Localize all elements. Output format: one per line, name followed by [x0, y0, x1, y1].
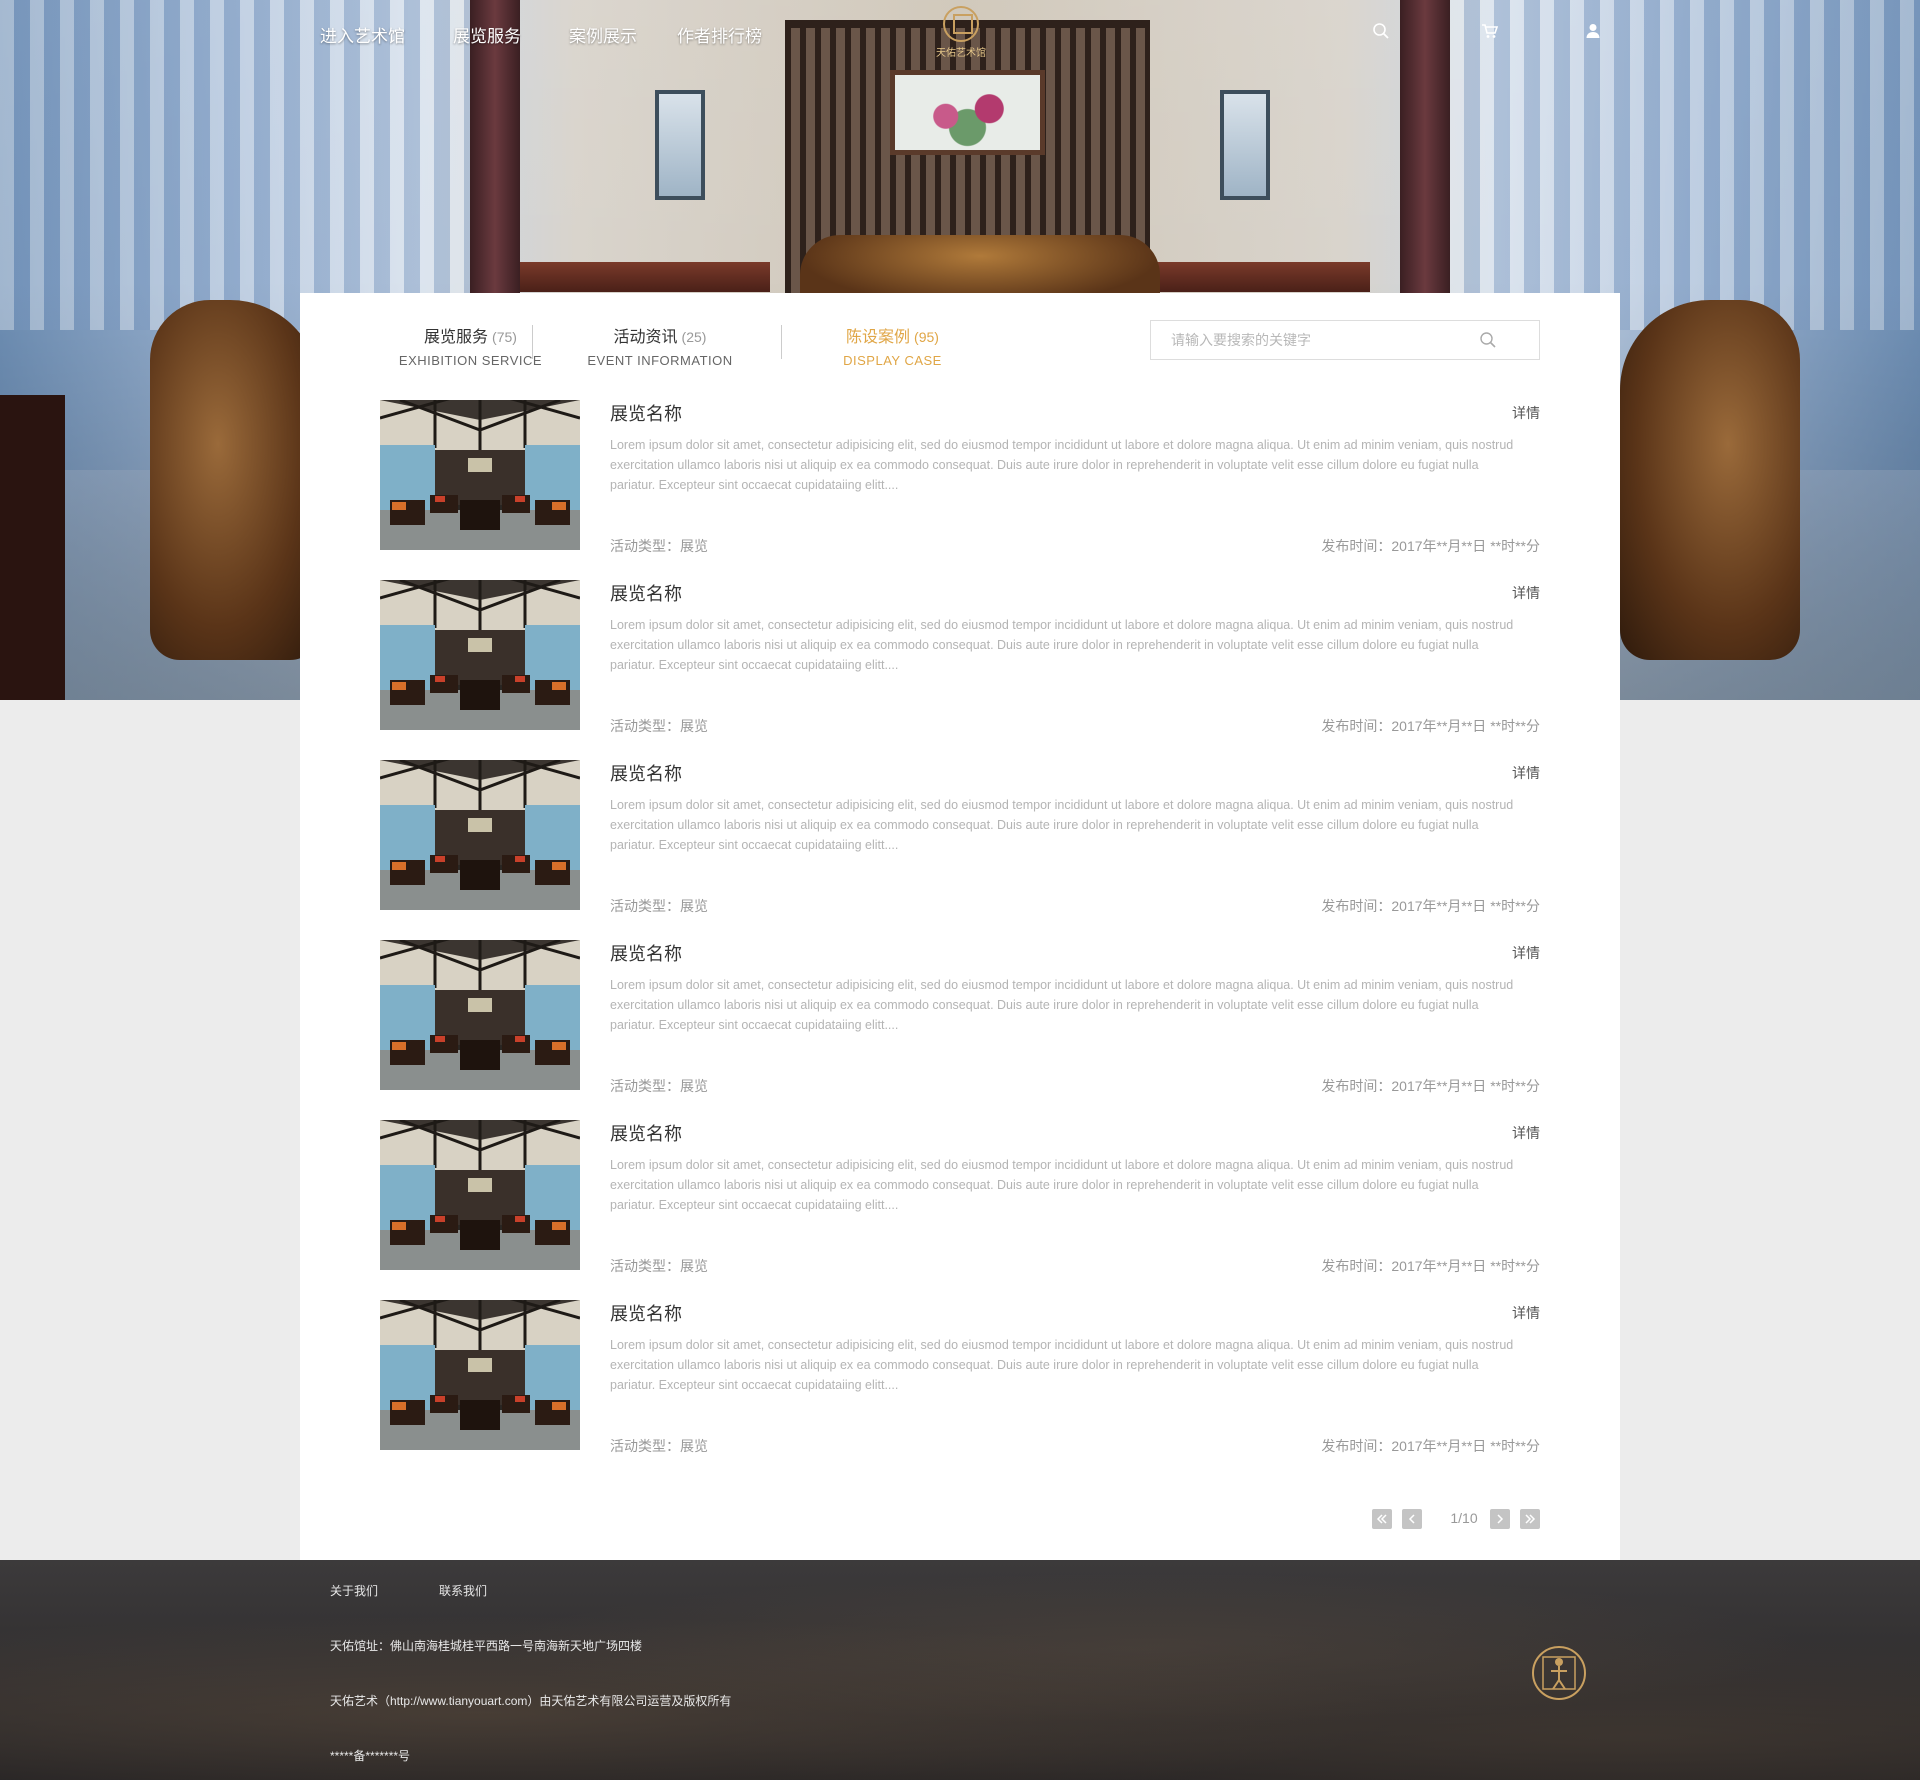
item-publish-time: 发布时间：2017年**月**日 **时**分: [1321, 1078, 1540, 1094]
thumbnail-image: [380, 580, 580, 730]
logo-emblem-icon: [943, 6, 979, 42]
thumbnail-image: [380, 940, 580, 1090]
tab-label: 活动资讯: [613, 329, 678, 346]
tab-display-case[interactable]: 陈设案例 (95) DISPLAY CASE: [800, 323, 985, 368]
list-item: 展览名称 详情 Lorem ipsum dolor sit amet, cons…: [380, 940, 1540, 1120]
item-title[interactable]: 展览名称: [610, 580, 682, 606]
top-nav: 进入艺术馆 展览服务 案例展示 作者排行榜 天佑艺术馆: [0, 0, 1920, 70]
item-title[interactable]: 展览名称: [610, 760, 682, 786]
item-activity-type: 活动类型：展览: [610, 1438, 708, 1454]
item-activity-type: 活动类型：展览: [610, 898, 708, 914]
wall-scroll-right: [1220, 90, 1270, 200]
thumbnail-image: [380, 760, 580, 910]
search-icon[interactable]: [1372, 22, 1392, 42]
footer-link-contact[interactable]: 联系我们: [439, 1582, 487, 1599]
tab-divider: [532, 325, 533, 359]
item-thumbnail[interactable]: [380, 1300, 580, 1450]
item-activity-type: 活动类型：展览: [610, 718, 708, 734]
item-detail-link[interactable]: 详情: [1512, 1303, 1540, 1323]
tab-count: (25): [681, 329, 707, 345]
site-logo[interactable]: 天佑艺术馆: [935, 6, 987, 59]
list-item: 展览名称 详情 Lorem ipsum dolor sit amet, cons…: [380, 760, 1540, 940]
item-detail-link[interactable]: 详情: [1512, 583, 1540, 603]
item-activity-type: 活动类型：展览: [610, 538, 708, 554]
item-detail-link[interactable]: 详情: [1512, 943, 1540, 963]
pagination: 1/10: [1372, 1509, 1540, 1529]
item-description: Lorem ipsum dolor sit amet, consectetur …: [610, 438, 1514, 492]
list-item: 展览名称 详情 Lorem ipsum dolor sit amet, cons…: [380, 1120, 1540, 1300]
cabinet: [0, 395, 65, 700]
thumbnail-image: [380, 400, 580, 550]
tab-exhibition-service[interactable]: 展览服务 (75) EXHIBITION SERVICE: [378, 323, 563, 368]
search-box: [1150, 320, 1540, 360]
thumbnail-image: [380, 1300, 580, 1450]
footer-link-about[interactable]: 关于我们: [330, 1582, 378, 1599]
footer: 关于我们 联系我们 天佑馆址：佛山南海桂城桂平西路一号南海新天地广场四楼 天佑艺…: [0, 1560, 1920, 1780]
nav-case-display[interactable]: 案例展示: [569, 22, 637, 47]
item-activity-type: 活动类型：展览: [610, 1078, 708, 1094]
logo-text: 天佑艺术馆: [936, 48, 986, 59]
footer-logo-icon: [1530, 1644, 1588, 1702]
item-publish-time: 发布时间：2017年**月**日 **时**分: [1321, 718, 1540, 734]
item-publish-time: 发布时间：2017年**月**日 **时**分: [1321, 898, 1540, 914]
tab-label: 陈设案例: [846, 329, 911, 346]
tab-count: (95): [914, 329, 939, 345]
item-description: Lorem ipsum dolor sit amet, consectetur …: [610, 1338, 1514, 1392]
flower-painting: [890, 70, 1045, 155]
root-chair-left: [150, 300, 320, 660]
item-publish-time: 发布时间：2017年**月**日 **时**分: [1321, 1438, 1540, 1454]
first-page-button[interactable]: [1372, 1509, 1392, 1529]
case-list: 展览名称 详情 Lorem ipsum dolor sit amet, cons…: [380, 400, 1540, 1480]
item-thumbnail[interactable]: [380, 1120, 580, 1270]
item-title[interactable]: 展览名称: [610, 1120, 682, 1146]
list-item: 展览名称 详情 Lorem ipsum dolor sit amet, cons…: [380, 400, 1540, 580]
item-thumbnail[interactable]: [380, 760, 580, 910]
list-item: 展览名称 详情 Lorem ipsum dolor sit amet, cons…: [380, 1300, 1540, 1480]
nav-enter-gallery[interactable]: 进入艺术馆: [320, 22, 405, 47]
nav-exhibition-service[interactable]: 展览服务: [453, 22, 521, 47]
page-indicator: 1/10: [1450, 1510, 1478, 1526]
tab-english-label: DISPLAY CASE: [843, 353, 942, 368]
list-item: 展览名称 详情 Lorem ipsum dolor sit amet, cons…: [380, 580, 1540, 760]
tab-divider: [781, 325, 782, 359]
last-page-button[interactable]: [1520, 1509, 1540, 1529]
item-description: Lorem ipsum dolor sit amet, consectetur …: [610, 1158, 1514, 1212]
item-description: Lorem ipsum dolor sit amet, consectetur …: [610, 978, 1514, 1032]
tab-event-information[interactable]: 活动资讯 (25) EVENT INFORMATION: [560, 323, 760, 368]
item-title[interactable]: 展览名称: [610, 940, 682, 966]
item-thumbnail[interactable]: [380, 580, 580, 730]
content-panel: 展览服务 (75) EXHIBITION SERVICE 活动资讯 (25) EVE…: [300, 293, 1620, 1560]
tab-english-label: EXHIBITION SERVICE: [398, 353, 543, 368]
side-table-left: [520, 262, 770, 292]
item-detail-link[interactable]: 详情: [1512, 403, 1540, 423]
search-input[interactable]: [1151, 321, 1481, 359]
tab-count: (75): [492, 329, 517, 345]
item-publish-time: 发布时间：2017年**月**日 **时**分: [1321, 538, 1540, 554]
thumbnail-image: [380, 1120, 580, 1270]
item-thumbnail[interactable]: [380, 940, 580, 1090]
item-detail-link[interactable]: 详情: [1512, 763, 1540, 783]
item-thumbnail[interactable]: [380, 400, 580, 550]
footer-address: 天佑馆址：佛山南海桂城桂平西路一号南海新天地广场四楼: [330, 1639, 643, 1653]
item-title[interactable]: 展览名称: [610, 400, 682, 426]
item-description: Lorem ipsum dolor sit amet, consectetur …: [610, 798, 1514, 852]
user-icon[interactable]: [1584, 22, 1604, 42]
search-icon[interactable]: [1479, 331, 1499, 351]
cart-icon[interactable]: [1481, 22, 1501, 42]
item-activity-type: 活动类型：展览: [610, 1258, 708, 1274]
item-title[interactable]: 展览名称: [610, 1300, 682, 1326]
footer-copyright: 天佑艺术（http://www.tianyouart.com）由天佑艺术有限公司…: [330, 1694, 732, 1708]
item-description: Lorem ipsum dolor sit amet, consectetur …: [610, 618, 1514, 672]
tab-english-label: EVENT INFORMATION: [587, 353, 733, 368]
tab-label: 展览服务: [424, 329, 489, 346]
item-publish-time: 发布时间：2017年**月**日 **时**分: [1321, 1258, 1540, 1274]
root-chair-right: [1620, 300, 1800, 660]
prev-page-button[interactable]: [1402, 1509, 1422, 1529]
side-table-right: [1130, 262, 1370, 292]
wall-scroll-left: [655, 90, 705, 200]
footer-icp: *****备*******号: [330, 1749, 411, 1763]
next-page-button[interactable]: [1490, 1509, 1510, 1529]
item-detail-link[interactable]: 详情: [1512, 1123, 1540, 1143]
nav-author-ranking[interactable]: 作者排行榜: [677, 22, 762, 47]
